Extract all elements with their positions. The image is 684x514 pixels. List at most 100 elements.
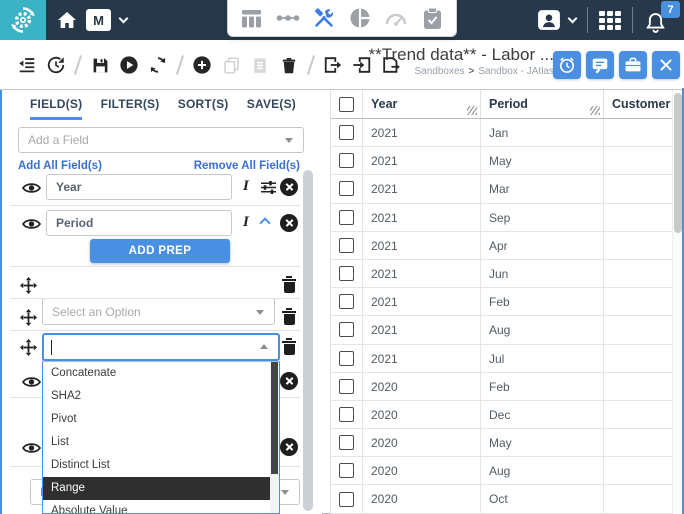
- panel-scrollbar[interactable]: [303, 170, 315, 511]
- dropdown-option[interactable]: Pivot: [43, 408, 272, 431]
- add-prep-button[interactable]: ADD PREP: [90, 239, 230, 263]
- cell-period: Jun: [481, 260, 604, 287]
- row-checkbox[interactable]: [339, 463, 354, 478]
- dropdown-option[interactable]: Absolute Value: [43, 500, 272, 514]
- cell-year: 2021: [363, 204, 481, 231]
- add-all-fields-link[interactable]: Add All Field(s): [18, 160, 102, 172]
- cell-year: 2020: [363, 485, 481, 512]
- tools-icon[interactable]: [311, 5, 337, 31]
- remove-field-button[interactable]: [280, 178, 298, 196]
- close-button[interactable]: [652, 51, 680, 79]
- remove-all-fields-link[interactable]: Remove All Field(s): [194, 160, 300, 172]
- clipboard-check-icon[interactable]: [420, 5, 446, 31]
- row-checkbox[interactable]: [339, 407, 354, 422]
- home-button[interactable]: [54, 8, 80, 32]
- breadcrumb-root[interactable]: Sandboxes: [415, 66, 465, 77]
- dropdown-option[interactable]: List: [43, 431, 272, 454]
- eye-icon[interactable]: [22, 375, 41, 389]
- apps-grid-button[interactable]: [599, 11, 621, 30]
- cell-customer: [604, 345, 677, 372]
- close-icon: [657, 56, 675, 74]
- run-icon[interactable]: [118, 54, 140, 76]
- chart-columns-icon[interactable]: [238, 5, 264, 31]
- table-row: 2021 Jan: [331, 119, 677, 147]
- tune-sliders-icon[interactable]: [259, 179, 278, 196]
- italic-format-icon[interactable]: I: [243, 178, 249, 195]
- breadcrumb: Sandboxes>Sandbox - JAtlas: [234, 66, 554, 77]
- add-icon[interactable]: [191, 54, 213, 76]
- remove-field-button[interactable]: [280, 214, 298, 232]
- column-resize-handle[interactable]: [590, 106, 600, 115]
- module-menu-button[interactable]: M: [86, 9, 127, 31]
- move-handle-icon[interactable]: [20, 277, 37, 294]
- row-checkbox[interactable]: [339, 294, 354, 309]
- collapse-prep-icon[interactable]: [259, 217, 270, 228]
- add-field-select[interactable]: Add a Field: [18, 127, 304, 153]
- move-handle-icon[interactable]: [20, 309, 37, 326]
- dropdown-scrollbar-thumb[interactable]: [271, 362, 278, 474]
- dot-sequence-icon[interactable]: [275, 5, 301, 31]
- panel-tab[interactable]: FILTER(S): [101, 97, 160, 120]
- eye-icon[interactable]: [22, 181, 41, 195]
- panel-tab[interactable]: FIELD(S): [30, 97, 82, 120]
- breadcrumb-separator-icon: >: [469, 66, 475, 77]
- dropdown-option[interactable]: SHA2: [43, 385, 272, 408]
- cell-customer: [604, 232, 677, 259]
- table-row: 2020 May: [331, 429, 677, 457]
- eye-icon[interactable]: [22, 441, 41, 455]
- dropdown-option[interactable]: Distinct List: [43, 454, 272, 477]
- cell-period: Aug: [481, 457, 604, 484]
- row-checkbox[interactable]: [339, 266, 354, 281]
- select-all-checkbox[interactable]: [339, 97, 354, 112]
- briefcase-button[interactable]: [619, 51, 647, 79]
- cell-customer: [604, 485, 677, 512]
- delete-prep-button[interactable]: [282, 276, 296, 293]
- field-name-input[interactable]: Year: [46, 174, 232, 200]
- row-checkbox[interactable]: [339, 125, 354, 140]
- schedule-button[interactable]: [553, 51, 581, 79]
- dropdown-scrollbar[interactable]: [270, 362, 279, 513]
- comments-button[interactable]: [586, 51, 614, 79]
- history-icon[interactable]: [45, 54, 67, 76]
- row-checkbox[interactable]: [339, 210, 354, 225]
- remove-field-button[interactable]: [280, 372, 298, 390]
- field-name-input[interactable]: Period: [46, 210, 232, 236]
- panel-scrollbar-thumb[interactable]: [303, 170, 313, 511]
- move-handle-icon[interactable]: [20, 339, 37, 356]
- toc-icon[interactable]: [16, 54, 38, 76]
- prep-option-combobox-open[interactable]: [42, 333, 280, 361]
- column-header-period[interactable]: Period: [481, 90, 604, 118]
- italic-format-icon[interactable]: I: [243, 214, 249, 231]
- remove-field-button[interactable]: [280, 438, 298, 456]
- delete-prep-button[interactable]: [282, 308, 296, 325]
- cell-period: Aug: [481, 316, 604, 343]
- delete-prep-button[interactable]: [282, 338, 296, 355]
- panel-tab[interactable]: SORT(S): [178, 97, 229, 120]
- row-checkbox[interactable]: [339, 322, 354, 337]
- refresh-icon[interactable]: [147, 54, 169, 76]
- row-checkbox[interactable]: [339, 153, 354, 168]
- row-checkbox[interactable]: [339, 379, 354, 394]
- dropdown-option[interactable]: Concatenate: [43, 362, 272, 385]
- table-scrollbar[interactable]: [672, 90, 682, 514]
- row-divider: [10, 330, 300, 331]
- table-scrollbar-thumb[interactable]: [674, 93, 682, 233]
- panel-tab[interactable]: SAVE(S): [247, 97, 296, 120]
- app-logo-button[interactable]: [0, 0, 46, 40]
- prep-option-select[interactable]: Select an Option: [42, 298, 275, 325]
- save-icon[interactable]: [89, 54, 111, 76]
- column-resize-handle[interactable]: [467, 106, 477, 115]
- pie-chart-icon[interactable]: [347, 5, 373, 31]
- row-checkbox[interactable]: [339, 492, 354, 507]
- row-checkbox[interactable]: [339, 238, 354, 253]
- row-checkbox[interactable]: [339, 351, 354, 366]
- table-row: 2020 Oct: [331, 485, 677, 513]
- dropdown-option[interactable]: Range: [43, 477, 272, 500]
- user-menu-button[interactable]: [537, 9, 576, 31]
- column-header-customer[interactable]: Customer Co: [604, 90, 677, 118]
- row-checkbox[interactable]: [339, 435, 354, 450]
- column-header-year[interactable]: Year: [363, 90, 481, 118]
- notifications-button[interactable]: 7: [644, 0, 678, 40]
- eye-icon[interactable]: [22, 217, 41, 231]
- row-checkbox[interactable]: [339, 181, 354, 196]
